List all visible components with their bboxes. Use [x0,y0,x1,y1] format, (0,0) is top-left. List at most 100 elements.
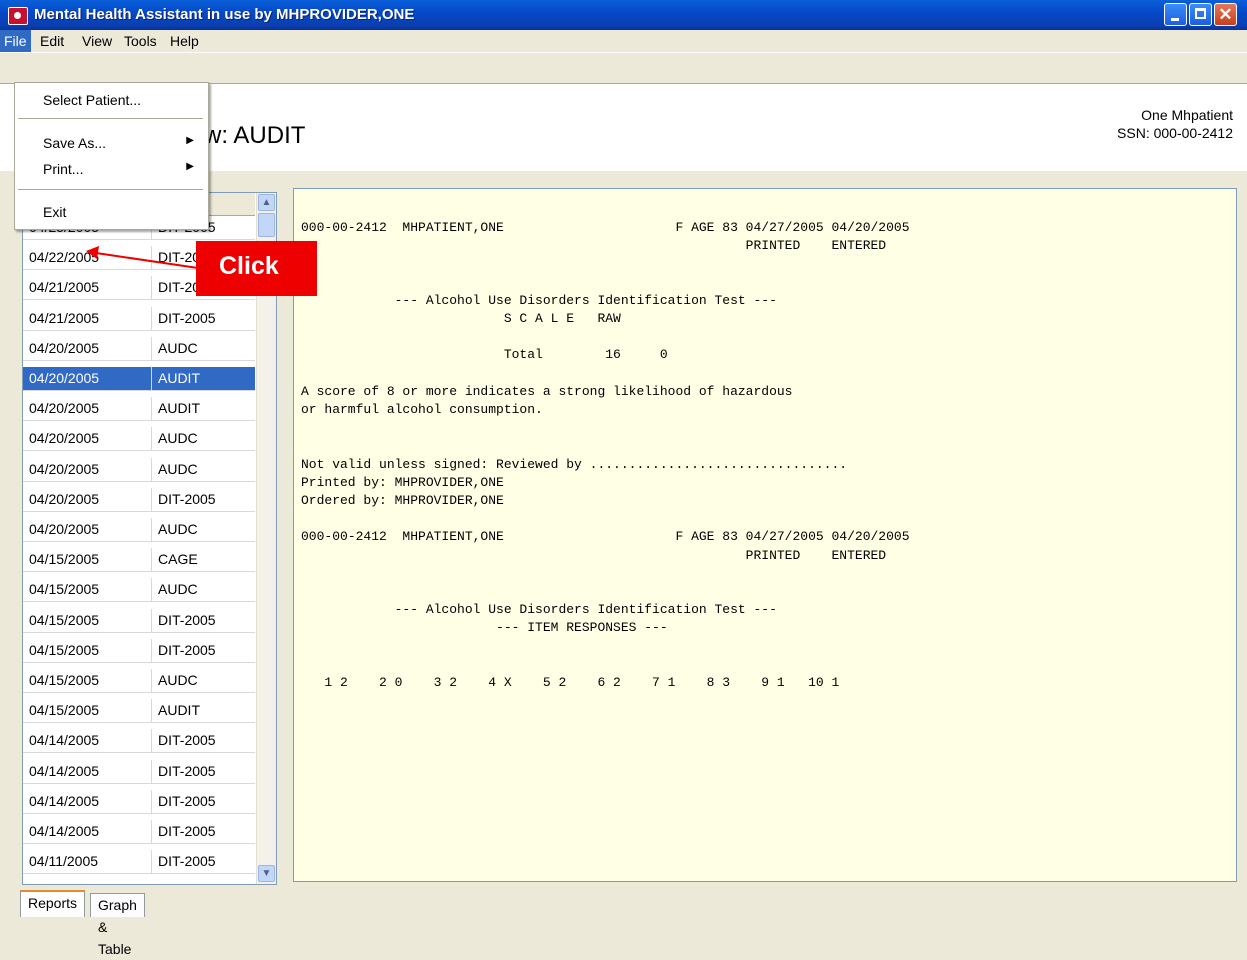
table-row[interactable]: 04/20/2005 AUDC [23,518,255,542]
report-line: 000-00-2412 MHPATIENT,ONE F AGE 83 04/27… [301,529,910,545]
window-title: Mental Health Assistant in use by MHPROV… [34,6,415,23]
menu-item-print[interactable]: Print... ▶ [15,158,208,180]
row-test: AUDC [158,460,198,477]
row-test: DIT-2005 [158,309,216,326]
column-divider [151,669,152,692]
tab-reports-label: Reports [28,895,78,911]
table-row[interactable]: 04/14/2005 DIT-2005 [23,789,255,814]
column-divider [151,759,152,783]
row-date: 04/20/2005 [29,339,100,356]
scroll-down-button[interactable]: ▼ [258,865,275,882]
column-divider [151,729,152,753]
menu-view[interactable]: View [82,33,112,49]
row-test: AUDIT [158,400,200,417]
menu-item-select-patient[interactable]: Select Patient... [15,89,208,111]
row-date: 04/15/2005 [29,641,100,658]
list-scrollbar[interactable]: ▲ ▼ [256,193,276,884]
title-bar: Mental Health Assistant in use by MHPROV… [0,0,1247,30]
row-date: 04/20/2005 [29,430,100,447]
table-row[interactable]: 04/21/2005 DIT-2005 [23,306,255,331]
row-date: 04/15/2005 [29,611,100,628]
minimize-button[interactable] [1164,3,1187,26]
menu-edit[interactable]: Edit [40,33,64,49]
menu-file[interactable]: File [0,30,31,52]
scroll-up-button[interactable]: ▲ [258,194,275,211]
row-test: AUDC [158,672,198,688]
row-test: AUDC [158,339,198,356]
close-button[interactable]: ✕ [1214,3,1237,26]
report-line: --- Alcohol Use Disorders Identification… [301,292,777,308]
submenu-arrow-icon: ▶ [186,135,194,146]
column-divider [151,578,152,602]
row-date: 04/20/2005 [29,521,100,537]
report-line: --- Alcohol Use Disorders Identification… [301,602,777,618]
report-line: PRINTED ENTERED [301,547,887,563]
row-test: DIT-2005 [158,611,216,628]
exit-label: Exit [43,204,67,220]
row-date: 04/15/2005 [29,702,100,719]
menu-item-exit[interactable]: Exit [15,201,208,223]
click-callout: Click [196,241,317,296]
row-date: 04/20/2005 [29,460,100,477]
print-label: Print... [43,161,84,177]
table-row[interactable]: 04/14/2005 DIT-2005 [23,729,255,754]
row-test: CAGE [158,551,198,568]
row-date: 04/20/2005 [29,400,100,417]
row-test: AUDIT [158,370,200,386]
callout-text: Click [219,252,279,280]
table-row[interactable]: 04/15/2005 DIT-2005 [23,608,255,633]
save-as-label: Save As... [43,135,107,151]
maximize-button[interactable] [1189,3,1212,26]
table-row[interactable]: 04/15/2005 CAGE [23,548,255,573]
table-row[interactable]: 04/11/2005 DIT-2005 [23,850,255,875]
table-row[interactable]: 04/20/2005 DIT-2005 [23,487,255,512]
row-date: 04/14/2005 [29,762,100,779]
report-line: --- ITEM RESPONSES --- [301,620,668,636]
tab-graph-table[interactable]: Graph & Table [90,893,145,957]
row-test: DIT-2005 [158,823,216,839]
column-divider [151,548,152,572]
row-test: DIT-2005 [158,641,216,658]
row-test: AUDC [158,430,198,447]
table-row[interactable]: 04/14/2005 DIT-2005 [23,820,255,844]
table-row[interactable]: 04/20/2005 AUDIT [23,367,255,391]
app-icon[interactable] [8,7,28,25]
tab-reports[interactable]: Reports [20,890,86,917]
tab-graph-table-label: Graph & Table [98,897,137,957]
menu-help[interactable]: Help [170,33,199,49]
table-row[interactable]: 04/15/2005 AUDC [23,669,255,693]
menu-tools[interactable]: Tools [124,33,157,49]
menu-separator [18,118,203,119]
table-row[interactable]: 04/20/2005 AUDC [23,427,255,452]
report-line: Printed by: MHPROVIDER,ONE [301,474,504,490]
row-test: DIT-2005 [158,853,216,870]
table-row[interactable]: 04/14/2005 DIT-2005 [23,759,255,784]
table-row[interactable]: 04/20/2005 AUDIT [23,397,255,422]
table-row[interactable]: 04/15/2005 AUDIT [23,699,255,724]
scroll-thumb[interactable] [258,213,275,237]
table-row[interactable]: 04/20/2005 AUDC [23,336,255,361]
column-divider [151,457,152,481]
report-pane: 000-00-2412 MHPATIENT,ONE F AGE 83 04/27… [293,188,1237,882]
row-test: AUDC [158,581,198,598]
column-divider [151,820,152,843]
report-line: or harmful alcohol consumption. [301,402,543,418]
row-date: 04/15/2005 [29,672,100,688]
column-divider [151,608,152,632]
report-line: PRINTED ENTERED [301,238,887,254]
table-row[interactable]: 04/15/2005 DIT-2005 [23,638,255,663]
report-line: Total 16 0 [301,347,668,363]
patient-name: One Mhpatient [1141,107,1233,123]
minimize-icon [1165,4,1186,25]
report-line: 1 2 2 0 3 2 4 X 5 2 6 2 7 1 8 3 9 1 10 1 [301,675,840,691]
row-date: 04/20/2005 [29,370,100,386]
table-row[interactable]: 04/20/2005 AUDC [23,457,255,482]
row-date: 04/14/2005 [29,792,100,809]
row-date: 04/14/2005 [29,823,100,839]
table-row[interactable]: 04/15/2005 AUDC [23,578,255,603]
column-divider [151,336,152,360]
menu-item-save-as[interactable]: Save As... ▶ [15,132,208,154]
report-line: Ordered by: MHPROVIDER,ONE [301,493,504,509]
select-patient-label: Select Patient... [43,92,142,108]
column-divider [151,699,152,723]
